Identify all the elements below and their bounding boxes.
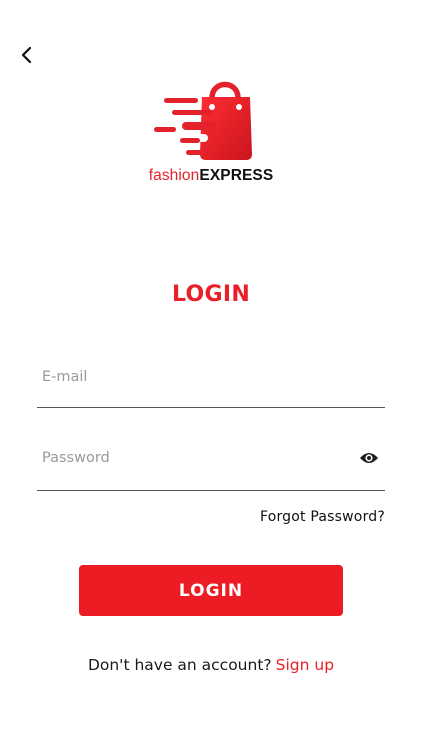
signup-prompt: Don't have an account? Sign up bbox=[0, 656, 422, 674]
signup-prompt-text: Don't have an account? bbox=[87, 656, 272, 674]
page-title: LOGIN bbox=[171, 282, 251, 307]
eye-icon bbox=[360, 453, 378, 463]
forgot-password-link[interactable]: Forgot Password? bbox=[260, 509, 385, 525]
shopping-bag-speed-icon bbox=[154, 81, 252, 160]
brand-wordmark: fashionEXPRESS bbox=[0, 167, 422, 185]
toggle-password-visibility-button[interactable] bbox=[358, 448, 380, 468]
brand-logo: fashionEXPRESS bbox=[0, 74, 422, 190]
email-input[interactable] bbox=[37, 362, 385, 392]
password-field[interactable] bbox=[37, 443, 385, 491]
email-field[interactable] bbox=[37, 362, 385, 408]
login-button[interactable]: LOGIN bbox=[79, 565, 343, 616]
brand-word-fashion: fashion bbox=[148, 167, 200, 184]
brand-word-express: EXPRESS bbox=[199, 167, 274, 184]
back-button[interactable] bbox=[14, 42, 40, 68]
password-input[interactable] bbox=[37, 443, 337, 473]
signup-link[interactable]: Sign up bbox=[276, 656, 334, 674]
chevron-left-icon bbox=[21, 46, 32, 64]
